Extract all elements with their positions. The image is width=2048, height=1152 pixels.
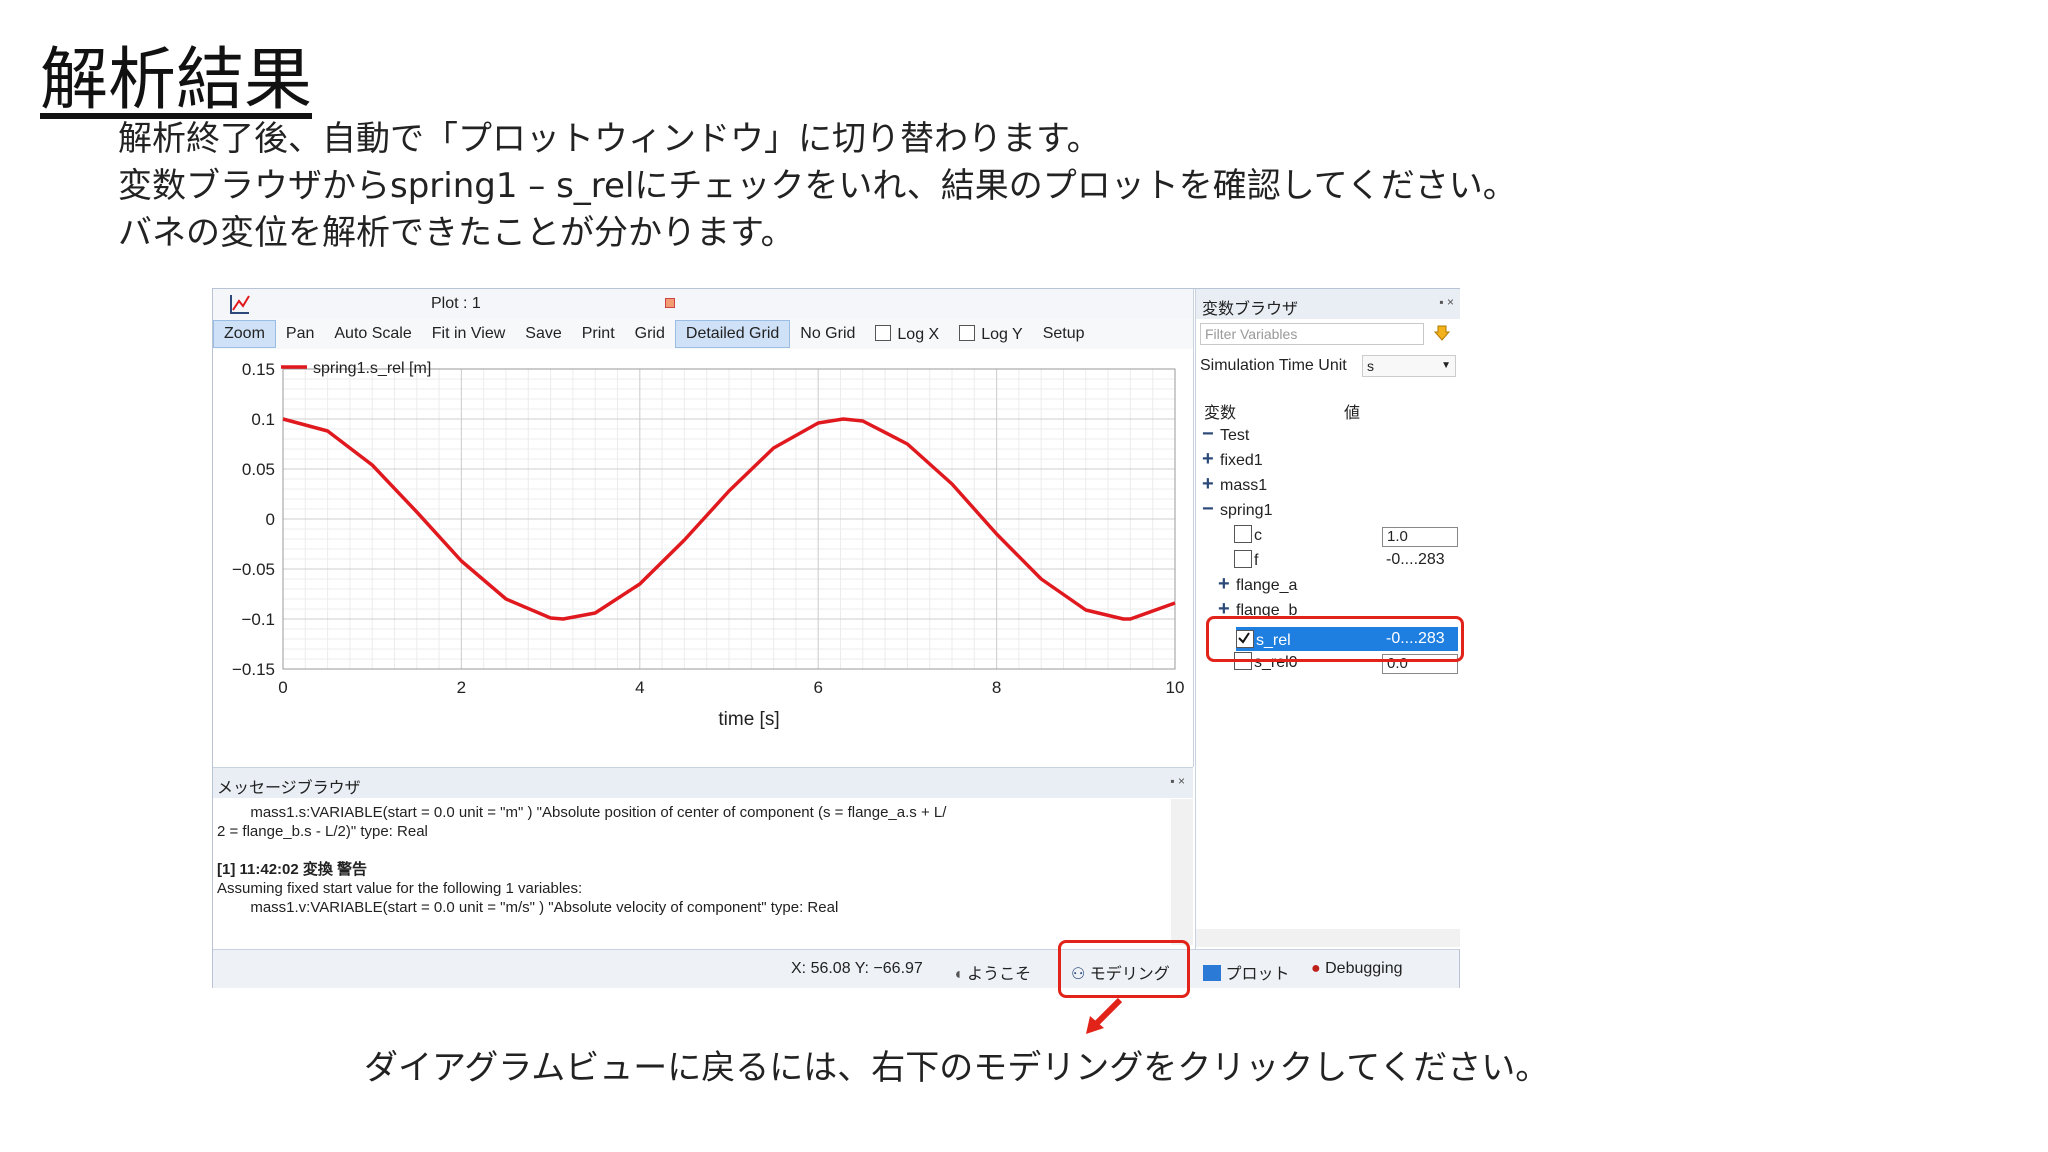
auto-scale-button[interactable]: Auto Scale: [324, 321, 421, 347]
checkbox-icon[interactable]: [1234, 525, 1252, 543]
y-tick-label: 0.15: [242, 360, 275, 379]
value-f: -0....283: [1386, 551, 1445, 568]
tree-item-label: flange_a: [1236, 577, 1298, 594]
red-arrow-icon: [1086, 997, 1123, 1034]
legend-label: spring1.s_rel [m]: [313, 360, 431, 377]
message-browser: メッセージブラウザ ▪ × mass1.s:VARIABLE(start = 0…: [213, 767, 1193, 949]
pin-close-icon[interactable]: ▪ ×: [1439, 295, 1454, 309]
time-unit-select[interactable]: s ▼: [1362, 355, 1456, 377]
print-button[interactable]: Print: [572, 321, 625, 347]
welcome-icon: ◖: [953, 966, 963, 983]
y-tick-label: −0.1: [241, 610, 275, 629]
y-tick-label: −0.05: [232, 560, 275, 579]
s-rel-highlight-box: [1206, 616, 1464, 662]
plot-titlebar: Plot : 1: [213, 289, 1193, 319]
zoom-button[interactable]: Zoom: [213, 320, 276, 348]
x-tick-label: 8: [992, 678, 1001, 697]
y-tick-label: 0.1: [251, 410, 275, 429]
tree-item-mass1[interactable]: + mass1: [1202, 474, 1268, 499]
expand-icon[interactable]: +: [1202, 474, 1220, 494]
message-log: mass1.s:VARIABLE(start = 0.0 unit = "m" …: [217, 803, 1167, 917]
intro-line-2: 変数ブラウザからspring1 – s_relにチェックをいれ、結果のプロットを…: [118, 166, 1517, 206]
expand-icon[interactable]: +: [1202, 449, 1220, 469]
filter-variables-input[interactable]: Filter Variables: [1200, 323, 1424, 345]
checkbox-icon[interactable]: [1234, 550, 1252, 568]
fit-in-view-button[interactable]: Fit in View: [422, 321, 516, 347]
value-input-c[interactable]: 1.0: [1382, 527, 1458, 547]
message-line: mass1.s:VARIABLE(start = 0.0 unit = "m" …: [217, 804, 947, 821]
pan-button[interactable]: Pan: [276, 321, 324, 347]
expand-icon[interactable]: +: [1218, 574, 1236, 594]
plot-title: Plot : 1: [431, 295, 481, 312]
tab-debugging[interactable]: ● Debugging: [1311, 960, 1403, 978]
x-tick-label: 0: [278, 678, 287, 697]
x-tick-label: 2: [457, 678, 466, 697]
message-line: [217, 841, 1167, 860]
tab-plot[interactable]: プロット: [1203, 960, 1289, 984]
message-browser-title: メッセージブラウザ: [217, 780, 361, 797]
log-x-checkbox[interactable]: Log X: [865, 321, 949, 348]
y-tick-label: 0: [266, 510, 275, 529]
x-tick-label: 10: [1166, 678, 1185, 697]
tree-item-test[interactable]: − Test: [1202, 424, 1250, 449]
message-line: [1] 11:42:02 変換 警告: [217, 861, 368, 878]
tree-item-label: spring1: [1220, 502, 1273, 519]
checkbox-icon: [875, 324, 892, 341]
grid-button[interactable]: Grid: [625, 321, 675, 347]
pin-close-icon[interactable]: ▪ ×: [1170, 774, 1185, 788]
variable-browser-title: 変数ブラウザ: [1202, 301, 1299, 318]
bottom-note: ダイアグラムビューに戻るには、右下のモデリングをクリックしてください。: [364, 1048, 1550, 1088]
time-unit-label: Simulation Time Unit: [1200, 357, 1347, 374]
message-line: Assuming fixed start value for the follo…: [217, 880, 583, 897]
tree-item-label: mass1: [1220, 477, 1268, 494]
status-bar: X: 56.08 Y: −66.97 ◖ ようこそ ⚇ モデリング プロット ●…: [213, 949, 1459, 988]
collapse-icon[interactable]: −: [1202, 424, 1220, 444]
y-tick-label: −0.15: [232, 660, 275, 679]
tree-item-label: fixed1: [1220, 452, 1263, 469]
intro-text: 解析終了後、自動で「プロットウィンドウ」に切り替わります。 変数ブラウザからsp…: [118, 116, 1517, 257]
x-axis-label: time [s]: [718, 709, 779, 730]
plot-toolbar: Zoom Pan Auto Scale Fit in View Save Pri…: [213, 319, 1193, 349]
x-tick-label: 6: [813, 678, 822, 697]
tree-item-f[interactable]: f: [1234, 550, 1258, 574]
plot-window: Plot : 1 Zoom Pan Auto Scale Fit in View…: [213, 289, 1194, 767]
y-tick-label: 0.05: [242, 460, 275, 479]
variable-browser-titlebar: 変数ブラウザ ▪ ×: [1196, 289, 1460, 319]
no-grid-button[interactable]: No Grid: [790, 321, 865, 347]
plot-tab-icon: [1203, 965, 1221, 981]
line-chart[interactable]: 0 2 4 6 8 10 0.15 0.1 0.05 0 −0.05 −0.1 −0.15 time [s…: [213, 349, 1193, 767]
intro-line-1: 解析終了後、自動で「プロットウィンドウ」に切り替わります。: [118, 119, 1101, 159]
cursor-coordinates: X: 56.08 Y: −66.97: [791, 960, 923, 977]
message-line: 2 = flange_b.s - L/2)" type: Real: [217, 823, 428, 840]
tree-item-fixed1[interactable]: + fixed1: [1202, 449, 1263, 474]
message-line: mass1.v:VARIABLE(start = 0.0 unit = "m/s…: [217, 899, 839, 916]
setup-button[interactable]: Setup: [1033, 321, 1095, 347]
plot-app-icon: [230, 295, 250, 314]
tree-item-label: c: [1254, 527, 1262, 544]
chevron-down-icon: ▼: [1441, 360, 1451, 371]
tree-item-spring1[interactable]: − spring1: [1202, 499, 1273, 524]
tree-item-c[interactable]: c: [1234, 525, 1262, 549]
tree-item-label: f: [1254, 552, 1259, 569]
slide-title: 解析結果: [40, 41, 313, 120]
x-tick-label: 4: [635, 678, 644, 697]
detailed-grid-button[interactable]: Detailed Grid: [674, 320, 791, 348]
checkbox-icon: [959, 324, 976, 341]
tree-item-label: Test: [1220, 427, 1250, 444]
horizontal-scrollbar[interactable]: [1196, 929, 1460, 947]
collapse-icon[interactable]: −: [1202, 499, 1220, 519]
intro-line-3: バネの変位を解析できたことが分かります。: [118, 213, 795, 253]
tab-welcome[interactable]: ◖ ようこそ: [953, 960, 1031, 984]
modeling-highlight-box: [1058, 940, 1190, 998]
plot-close-icon[interactable]: [665, 298, 675, 308]
vertical-scrollbar[interactable]: [1171, 799, 1193, 945]
filter-arrow-icon[interactable]: [1434, 325, 1450, 341]
log-y-checkbox[interactable]: Log Y: [949, 321, 1033, 348]
bug-icon: ●: [1311, 960, 1321, 977]
message-browser-titlebar: メッセージブラウザ ▪ ×: [213, 767, 1193, 798]
column-header-variable: 変数: [1204, 405, 1237, 422]
column-header-value: 値: [1344, 405, 1361, 422]
save-button[interactable]: Save: [515, 321, 571, 347]
tree-item-flange-a[interactable]: + flange_a: [1218, 574, 1298, 599]
